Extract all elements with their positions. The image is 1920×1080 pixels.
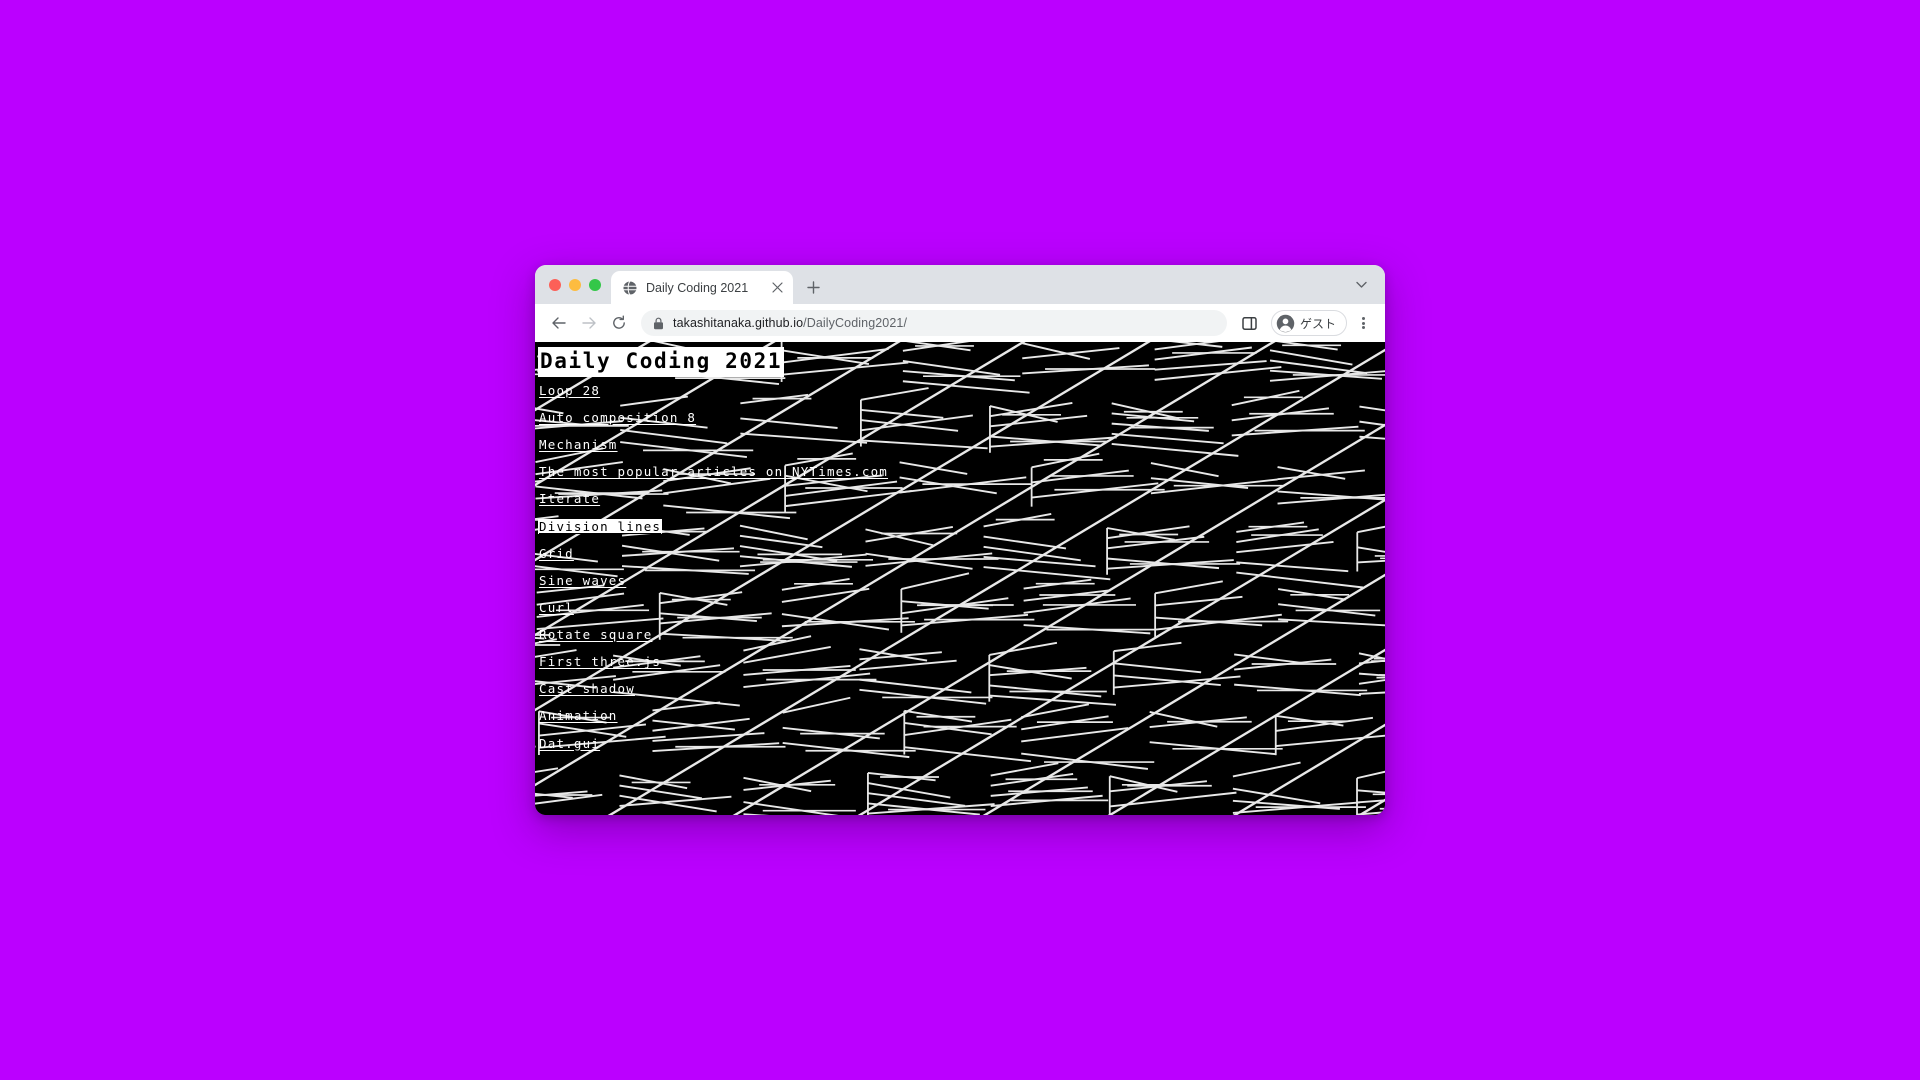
list-item: Division lines [538, 518, 1385, 535]
sketch-link-sine-waves[interactable]: Sine waves [538, 573, 627, 589]
sketch-link-division-lines[interactable]: Division lines [538, 518, 663, 535]
page-content: Daily Coding 2021 Loop 28 Auto compositio… [535, 342, 1385, 751]
browser-tab-daily-coding-2021[interactable]: Daily Coding 2021 [611, 271, 793, 304]
back-button[interactable] [545, 309, 573, 337]
sketch-link-first-three-js[interactable]: First three.js [538, 654, 662, 670]
reload-button[interactable] [605, 309, 633, 337]
chevron-down-icon[interactable] [1349, 273, 1373, 297]
profile-name-label: ゲスト [1299, 316, 1336, 331]
sketch-link-cast-shadow[interactable]: Cast shadow [538, 681, 636, 697]
list-item: Sine waves [538, 573, 1385, 589]
sketch-link-curl[interactable]: Curl [538, 600, 575, 616]
profile-button[interactable]: ゲスト [1270, 310, 1347, 336]
browser-window: Daily Coding 2021 takashitanaka.github.i… [535, 265, 1385, 815]
browser-toolbar: takashitanaka.github.io/DailyCoding2021/… [535, 304, 1385, 342]
sketch-link-auto-composition-8[interactable]: Auto composition 8 [538, 410, 697, 426]
forward-button[interactable] [575, 309, 603, 337]
list-item: Grid [538, 546, 1385, 562]
minimize-window-button[interactable] [569, 278, 581, 291]
list-item: The most popular articles on NYTimes.com [538, 464, 1385, 480]
list-item: Mechanism [538, 437, 1385, 453]
side-panel-icon[interactable] [1237, 310, 1263, 336]
sketch-link-rotate-square[interactable]: Rotate square [538, 627, 653, 643]
sketch-link-grid[interactable]: Grid [538, 546, 575, 562]
globe-icon [622, 280, 638, 295]
tab-strip: Daily Coding 2021 [535, 265, 1385, 304]
new-tab-button[interactable] [799, 273, 827, 301]
three-dot-menu-icon[interactable] [1351, 310, 1375, 336]
list-item: Curl [538, 600, 1385, 616]
list-item: Animation [538, 708, 1385, 724]
account-circle-icon [1276, 314, 1295, 332]
lock-icon [654, 317, 663, 329]
list-item: Iterate [538, 491, 1385, 507]
address-bar-url: takashitanaka.github.io/DailyCoding2021/ [673, 316, 907, 330]
list-item: Cast shadow [538, 681, 1385, 697]
url-host: takashitanaka.github.io [673, 316, 804, 330]
close-window-button[interactable] [549, 278, 561, 291]
sketch-link-mechanism[interactable]: Mechanism [538, 437, 619, 453]
address-bar[interactable]: takashitanaka.github.io/DailyCoding2021/ [641, 310, 1227, 336]
sketch-link-iterate[interactable]: Iterate [538, 491, 601, 507]
list-item: Loop 28 [538, 383, 1385, 399]
tab-title: Daily Coding 2021 [646, 280, 749, 295]
list-item: Dat.gui [538, 736, 1385, 752]
list-item: Rotate square [538, 627, 1385, 643]
maximize-window-button[interactable] [589, 278, 601, 291]
url-path: /DailyCoding2021/ [803, 316, 908, 330]
sketch-link-the-most-popular-articles-on-nytimes-com[interactable]: The most popular articles on NYTimes.com [538, 464, 889, 480]
page-title: Daily Coding 2021 [538, 347, 785, 377]
sketch-link-loop-28[interactable]: Loop 28 [538, 383, 601, 399]
sketch-link-dat-gui[interactable]: Dat.gui [538, 736, 601, 752]
sketch-link-animation[interactable]: Animation [538, 708, 619, 724]
list-item: First three.js [538, 654, 1385, 670]
page-viewport: Daily Coding 2021 Loop 28 Auto compositio… [535, 342, 1385, 815]
close-icon[interactable] [769, 280, 785, 296]
list-item: Auto composition 8 [538, 410, 1385, 426]
window-controls [545, 265, 611, 304]
sketch-link-list: Loop 28 Auto composition 8 Mechanism The mo… [538, 383, 1385, 751]
